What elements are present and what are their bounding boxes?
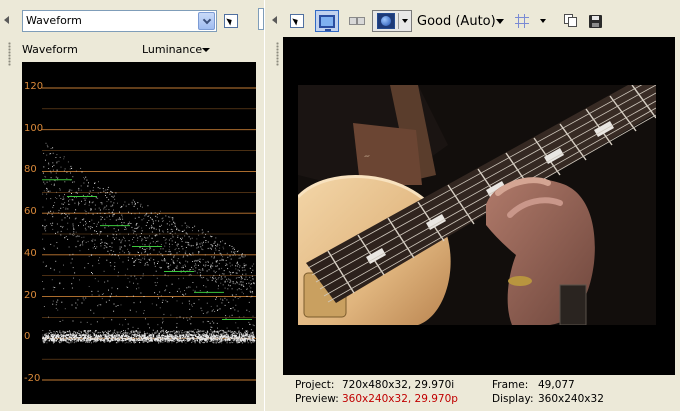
grid-dropdown[interactable]: [538, 10, 548, 32]
save-snapshot-button[interactable]: [585, 10, 605, 32]
overlays-button[interactable]: [347, 10, 373, 32]
scale-tick-label: 40: [24, 247, 37, 259]
frame-value: 49,077: [538, 379, 575, 391]
grip-icon[interactable]: [276, 42, 279, 66]
scale-tick-label: 0: [24, 331, 31, 343]
scope-mode-dropdown-icon[interactable]: [202, 48, 210, 52]
video-frame: ~: [298, 85, 656, 325]
preview-toolbar: Good (Auto): [268, 0, 680, 36]
preview-quality-icon: [376, 13, 395, 29]
guitar-frame-image: ~: [298, 85, 656, 325]
video-scopes-pane: Waveform Waveform Luminance 120 100 80 60 40…: [0, 0, 264, 411]
svg-text:~: ~: [363, 151, 371, 161]
display-value: 360x240x32: [538, 393, 604, 405]
scale-tick-label: 80: [24, 164, 37, 176]
scale-tick-label: -20: [24, 373, 41, 384]
overlays-icon: [349, 17, 371, 25]
preview-status-bar: Project: 720x480x32, 29.970i Preview: 36…: [283, 377, 675, 411]
grid-icon: [515, 14, 529, 28]
chevron-down-icon: [540, 19, 546, 23]
scale-tick-label: 20: [24, 289, 37, 301]
grid-button[interactable]: [512, 10, 532, 32]
scale-tick-label: 60: [24, 206, 37, 218]
video-preview-toggle[interactable]: [315, 10, 339, 32]
collapse-left-pane-icon[interactable]: [4, 16, 9, 24]
chevron-down-icon: [401, 19, 408, 23]
frame-label: Frame:: [492, 379, 529, 391]
copy-snapshot-icon: [564, 14, 578, 28]
preview-label: Preview:: [295, 393, 339, 405]
preview-quality-menu[interactable]: Good (Auto): [417, 14, 496, 29]
pointer-tool-icon: [224, 14, 238, 28]
video-preview-area[interactable]: ~: [283, 37, 675, 375]
scope-title: Waveform: [22, 43, 78, 56]
chevron-down-icon: [202, 15, 211, 24]
display-label: Display:: [492, 393, 534, 405]
preview-value: 360x240x32, 29.970p: [342, 393, 458, 405]
scope-type-select[interactable]: Waveform: [22, 10, 217, 32]
scale-tick-label: 120: [24, 81, 44, 92]
scope-mode-menu[interactable]: Luminance: [142, 43, 202, 56]
scale-tick-label: 100: [24, 122, 44, 134]
scope-type-value: Waveform: [26, 14, 82, 27]
preview-quality-button[interactable]: [372, 10, 412, 32]
luminance-trace: [42, 142, 256, 344]
waveform-trace: [42, 87, 256, 381]
project-label: Project:: [295, 379, 335, 391]
chevron-down-icon: [496, 18, 504, 24]
project-value: 720x480x32, 29.970i: [342, 379, 455, 391]
waveform-monitor: 120 100 80 60 40 20 0 -20: [22, 62, 256, 404]
preview-pointer-button[interactable]: [287, 10, 307, 32]
save-snapshot-icon: [588, 14, 602, 28]
video-preview-pane: Good (Auto) ~ Project: 720x480x32, 29.97…: [268, 0, 680, 411]
scope-type-dropdown-button[interactable]: [198, 12, 215, 30]
grip-icon[interactable]: [8, 42, 11, 66]
preview-quality-dropdown[interactable]: [495, 10, 505, 32]
copy-snapshot-button[interactable]: [561, 10, 581, 32]
pointer-tool-icon: [290, 14, 304, 28]
scope-pointer-button[interactable]: [221, 11, 241, 31]
video-preview-icon: [319, 14, 335, 31]
